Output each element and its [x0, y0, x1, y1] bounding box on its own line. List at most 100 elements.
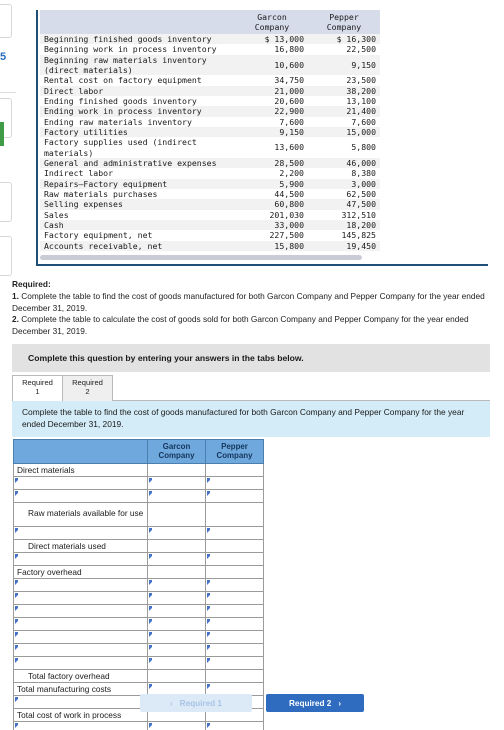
exhibit-horizontal-scrollbar[interactable] — [40, 255, 362, 260]
exhibit-row-pepper-value: 38,200 — [308, 85, 380, 96]
worksheet-garcon-cell[interactable] — [147, 720, 206, 730]
worksheet-pepper-cell[interactable] — [205, 577, 264, 592]
worksheet-label-input[interactable] — [13, 577, 148, 592]
worksheet-row: Total factory overhead — [13, 668, 264, 683]
footer-navigation: ‹ Required 1 Required 2 › — [0, 694, 504, 712]
table-row: Repairs—Factory equipment 5,900 3,000 — [40, 178, 380, 189]
exhibit-row-label: Indirect labor — [40, 168, 236, 179]
worksheet-pepper-cell[interactable] — [205, 603, 264, 618]
worksheet-row — [13, 525, 264, 540]
worksheet-pepper-cell[interactable] — [205, 642, 264, 657]
worksheet-pepper-cell[interactable] — [205, 655, 264, 670]
worksheet-row — [13, 629, 264, 644]
worksheet-pepper-cell[interactable] — [205, 462, 264, 477]
table-row: Beginning raw materials inventory (direc… — [40, 54, 380, 76]
tab-required-1[interactable]: Required 1 — [12, 375, 63, 401]
worksheet-garcon-cell[interactable] — [147, 616, 206, 631]
worksheet-pepper-cell[interactable] — [205, 564, 264, 579]
worksheet-label-input[interactable] — [13, 642, 148, 657]
worksheet-garcon-cell[interactable] — [147, 668, 206, 683]
previous-requirement-button[interactable]: ‹ Required 1 — [140, 694, 252, 712]
worksheet-pepper-cell[interactable] — [205, 720, 264, 730]
exhibit-row-garcon-value: 201,030 — [236, 209, 308, 220]
worksheet-garcon-cell[interactable] — [147, 564, 206, 579]
exhibit-row-pepper-value: 15,000 — [308, 126, 380, 138]
worksheet-garcon-cell[interactable] — [147, 501, 206, 527]
worksheet-row-label: Factory overhead — [13, 564, 148, 579]
worksheet-garcon-cell[interactable] — [147, 655, 206, 670]
worksheet-pepper-cell[interactable] — [205, 488, 264, 503]
worksheet-header-row: Garcon Company Pepper Company — [13, 439, 264, 464]
worksheet-row — [13, 642, 264, 657]
worksheet-garcon-cell[interactable] — [147, 475, 206, 490]
required-instructions: Required: 1. Complete the table to find … — [12, 279, 490, 338]
worksheet-label-input[interactable] — [13, 720, 148, 730]
answer-instructions-text: Complete this question by entering your … — [28, 353, 304, 363]
exhibit-row-pepper-value: 7,600 — [308, 116, 380, 127]
exhibit-row-pepper-value: 312,510 — [308, 209, 380, 220]
worksheet-label-input[interactable] — [13, 475, 148, 490]
exhibit-row-label: Beginning finished goods inventory — [40, 34, 236, 45]
exhibit-row-garcon-value: 33,000 — [236, 219, 308, 231]
worksheet-pepper-cell[interactable] — [205, 538, 264, 553]
answer-worksheet-table: Garcon Company Pepper Company Direct mat… — [13, 439, 264, 730]
exhibit-header-row: Garcon Company Pepper Company — [40, 10, 380, 34]
worksheet-label-input[interactable] — [13, 655, 148, 670]
worksheet-garcon-cell[interactable] — [147, 577, 206, 592]
exhibit-col-garcon: Garcon Company — [236, 10, 308, 34]
exhibit-scroll-region[interactable]: Garcon Company Pepper Company Beginning … — [38, 10, 488, 266]
exhibit-row-label: Ending finished goods inventory — [40, 95, 236, 107]
exhibit-row-label: Accounts receivable, net — [40, 240, 236, 251]
worksheet-pepper-cell[interactable] — [205, 475, 264, 490]
exhibit-row-label: General and administrative expenses — [40, 157, 236, 169]
worksheet-label-input[interactable] — [13, 603, 148, 618]
exhibit-row-pepper-value: 46,000 — [308, 157, 380, 169]
worksheet-label-input[interactable] — [13, 525, 148, 540]
exhibit-row-pepper-value: 19,450 — [308, 240, 380, 251]
worksheet-label-input[interactable] — [13, 590, 148, 605]
worksheet-pepper-cell[interactable] — [205, 525, 264, 540]
worksheet-row: Direct materials — [13, 462, 264, 477]
exhibit-row-label: Raw materials purchases — [40, 188, 236, 200]
worksheet-label-input[interactable] — [13, 488, 148, 503]
worksheet-pepper-cell[interactable] — [205, 551, 264, 566]
worksheet-pepper-cell[interactable] — [205, 668, 264, 683]
worksheet-row-label: Direct materials — [13, 462, 148, 477]
worksheet-row-label: Total factory overhead — [13, 668, 148, 683]
exhibit-row-label: Sales — [40, 209, 236, 220]
worksheet-label-input[interactable] — [13, 551, 148, 566]
worksheet-garcon-cell[interactable] — [147, 551, 206, 566]
worksheet-label-input[interactable] — [13, 616, 148, 631]
exhibit-row-garcon-value: 20,600 — [236, 95, 308, 107]
worksheet-pepper-cell[interactable] — [205, 590, 264, 605]
status-indicator-bar — [0, 122, 4, 146]
exhibit-row-pepper-value: 5,800 — [308, 137, 380, 158]
worksheet-garcon-cell[interactable] — [147, 642, 206, 657]
worksheet-row — [13, 655, 264, 670]
table-row: Factory utilities 9,150 15,000 — [40, 126, 380, 138]
exhibit-panel: Garcon Company Pepper Company Beginning … — [36, 10, 488, 266]
worksheet-label-input[interactable] — [13, 629, 148, 644]
exhibit-row-label: Cash — [40, 219, 236, 231]
chevron-right-icon: › — [338, 698, 341, 708]
table-row: Sales 201,030 312,510 — [40, 209, 380, 220]
exhibit-col-label — [40, 10, 236, 34]
exhibit-row-pepper-value: 21,400 — [308, 106, 380, 117]
worksheet-garcon-cell[interactable] — [147, 488, 206, 503]
exhibit-row-label: Selling expenses — [40, 199, 236, 210]
worksheet-garcon-cell[interactable] — [147, 525, 206, 540]
worksheet-garcon-cell[interactable] — [147, 462, 206, 477]
exhibit-col-pepper: Pepper Company — [308, 10, 380, 34]
worksheet-garcon-cell[interactable] — [147, 590, 206, 605]
requirement-info-text: Complete the table to find the cost of g… — [22, 407, 465, 430]
worksheet-garcon-cell[interactable] — [147, 538, 206, 553]
worksheet-garcon-cell[interactable] — [147, 629, 206, 644]
next-requirement-button[interactable]: Required 2 › — [266, 694, 364, 712]
tab-required-2[interactable]: Required 2 — [62, 375, 113, 401]
worksheet-pepper-cell[interactable] — [205, 629, 264, 644]
worksheet-garcon-cell[interactable] — [147, 603, 206, 618]
answer-instructions-banner: Complete this question by entering your … — [12, 344, 490, 372]
worksheet-pepper-cell[interactable] — [205, 616, 264, 631]
table-row: Accounts receivable, net 15,800 19,450 — [40, 240, 380, 251]
worksheet-pepper-cell[interactable] — [205, 501, 264, 527]
